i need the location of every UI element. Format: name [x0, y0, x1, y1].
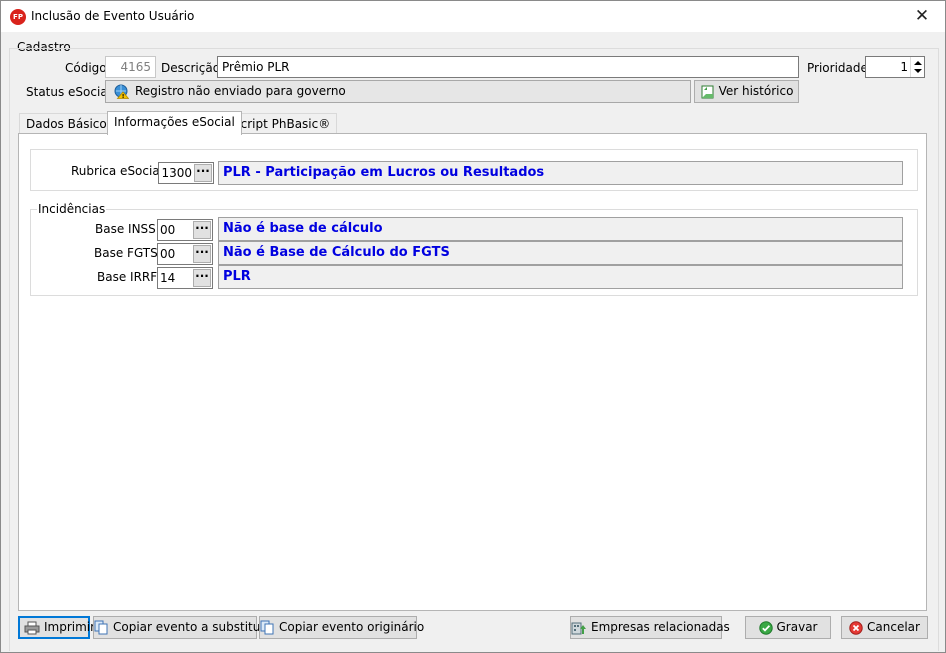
- gravar-button[interactable]: Gravar: [745, 616, 831, 639]
- close-button[interactable]: ✕: [899, 1, 945, 32]
- descricao-label: Descrição: [161, 61, 221, 75]
- base-irrf-lookup-button[interactable]: ···: [193, 269, 211, 287]
- incidencias-label: Incidências: [37, 202, 107, 216]
- rubrica-code-value: 1300: [161, 166, 192, 180]
- base-fgts-description: Não é Base de Cálculo do FGTS: [218, 241, 903, 265]
- base-inss-description: Não é base de cálculo: [218, 217, 903, 241]
- base-irrf-code-field[interactable]: 14 ···: [157, 267, 213, 289]
- base-fgts-code-value: 00: [160, 247, 176, 261]
- tab-script-phbasic[interactable]: Script PhBasic®: [226, 113, 338, 135]
- status-esocial-box: Registro não enviado para governo: [105, 80, 691, 103]
- copiar-evento-originario-label: Copiar evento originário: [279, 620, 425, 634]
- title-bar: FP Inclusão de Evento Usuário ✕: [1, 1, 945, 32]
- app-logo-icon: FP: [10, 9, 26, 25]
- base-inss-lookup-button[interactable]: ···: [193, 221, 211, 239]
- companies-icon: [571, 622, 586, 635]
- history-document-icon: [701, 85, 714, 99]
- warning-globe-icon: [114, 84, 129, 99]
- tab-dados-basicos[interactable]: Dados Básicos: [19, 113, 120, 135]
- spin-up-icon[interactable]: [914, 61, 922, 65]
- codigo-field: 4165: [105, 56, 156, 78]
- copy-icon: [94, 620, 108, 635]
- rubrica-lookup-button[interactable]: ···: [194, 164, 212, 182]
- copiar-evento-substituir-button[interactable]: Copiar evento a substituir: [93, 616, 269, 639]
- base-irrf-description: PLR: [218, 265, 903, 289]
- prioridade-stepper[interactable]: 1: [865, 56, 925, 78]
- ver-historico-button[interactable]: Ver histórico: [694, 80, 799, 103]
- imprimir-label: Imprimir: [44, 620, 96, 634]
- descricao-field[interactable]: Prêmio PLR: [217, 56, 799, 78]
- gravar-label: Gravar: [776, 620, 818, 634]
- prioridade-spin-arrows[interactable]: [910, 57, 924, 77]
- base-irrf-label: Base IRRF:: [97, 270, 161, 284]
- copiar-evento-originario-button[interactable]: Copiar evento originário: [259, 616, 424, 639]
- rubrica-code-field[interactable]: 1300 ···: [158, 162, 214, 184]
- status-esocial-text: Registro não enviado para governo: [135, 84, 346, 98]
- imprimir-button[interactable]: Imprimir: [18, 616, 95, 639]
- base-inss-label: Base INSS:: [95, 222, 160, 236]
- cancelar-label: Cancelar: [867, 620, 920, 634]
- base-irrf-code-value: 14: [160, 271, 176, 285]
- ver-historico-label: Ver histórico: [718, 84, 794, 98]
- copiar-evento-substituir-label: Copiar evento a substituir: [113, 620, 269, 634]
- base-inss-code-value: 00: [160, 223, 176, 237]
- dialog-window: FP Inclusão de Evento Usuário ✕ Cadastro…: [0, 0, 946, 653]
- prioridade-value: 1: [900, 60, 908, 74]
- base-inss-code-field[interactable]: 00 ···: [157, 219, 213, 241]
- empresas-relacionadas-label: Empresas relacionadas: [591, 620, 730, 634]
- cancel-circle-icon: [849, 620, 863, 635]
- rubrica-esocial-label: Rubrica eSocial: [71, 164, 164, 178]
- prioridade-label: Prioridade: [807, 61, 868, 75]
- copy-icon: [260, 620, 274, 635]
- tab-panel-esocial: Rubrica eSocial 1300 ··· PLR - Participa…: [18, 133, 927, 611]
- printer-icon: [24, 621, 40, 634]
- spin-down-icon[interactable]: [914, 69, 922, 73]
- rubrica-description: PLR - Participação em Lucros ou Resultad…: [218, 161, 903, 185]
- empresas-relacionadas-button[interactable]: Empresas relacionadas: [570, 616, 730, 639]
- base-fgts-code-field[interactable]: 00 ···: [157, 243, 213, 265]
- base-fgts-lookup-button[interactable]: ···: [193, 245, 211, 263]
- base-fgts-label: Base FGTS:: [94, 246, 162, 260]
- cancelar-button[interactable]: Cancelar: [841, 616, 928, 639]
- window-title: Inclusão de Evento Usuário: [31, 9, 195, 23]
- tab-informacoes-esocial[interactable]: Informações eSocial: [107, 111, 242, 135]
- codigo-label: Código: [65, 61, 107, 75]
- status-esocial-label: Status eSocial: [26, 85, 112, 99]
- check-circle-icon: [758, 620, 773, 635]
